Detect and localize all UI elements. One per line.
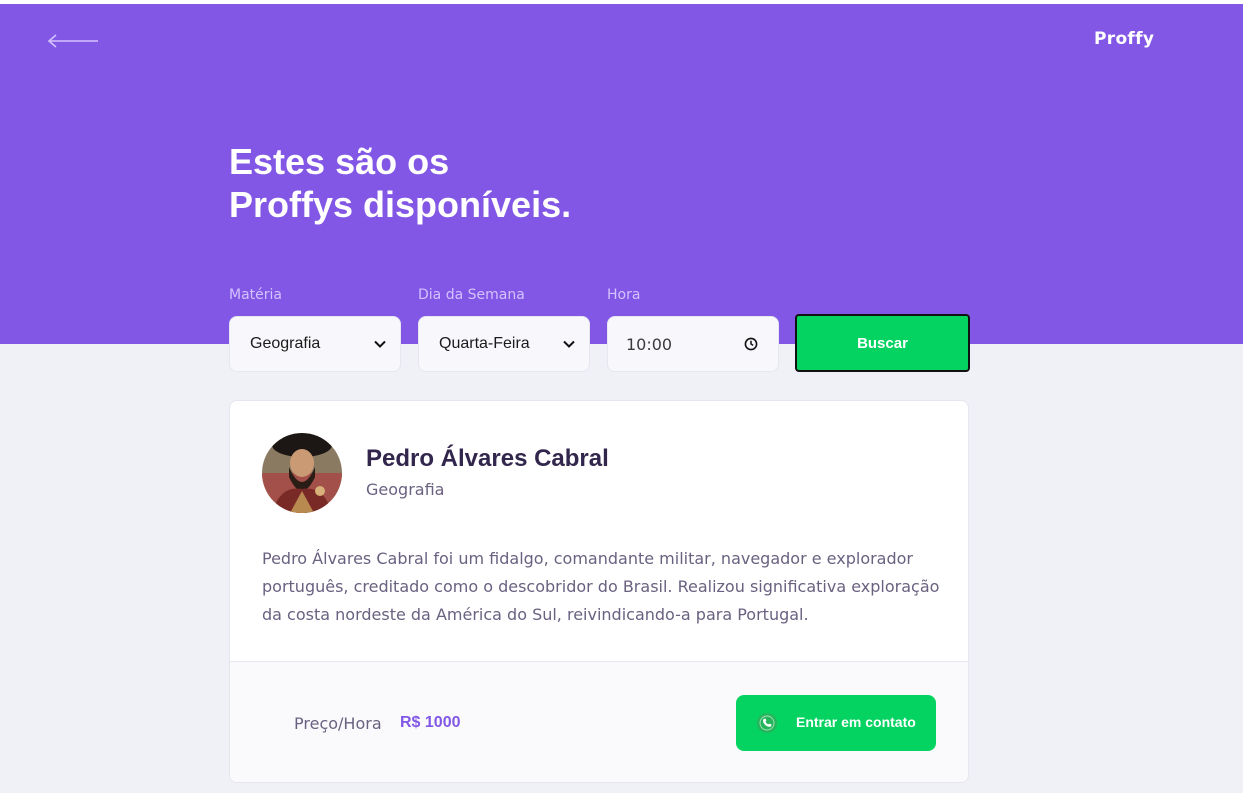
time-input[interactable]: 10:00 [607,316,779,372]
clock-icon[interactable] [744,337,758,351]
page-title: Estes são os Proffys disponíveis. [229,140,749,226]
price-label: Preço/Hora [294,714,382,733]
search-button[interactable]: Buscar [795,314,970,372]
teacher-bio: Pedro Álvares Cabral foi um fidalgo, com… [262,549,940,624]
arrow-left-icon [47,34,98,48]
contact-button[interactable]: Entrar em contato [736,695,936,751]
time-label: Hora [607,287,641,303]
weekday-select[interactable]: Quarta-Feira [418,316,590,372]
contact-button-label: Entrar em contato [796,714,916,730]
teacher-subject: Geografia [366,480,445,499]
chevron-down-icon [563,340,575,348]
whatsapp-icon [757,713,777,733]
avatar [262,433,342,513]
time-input-value: 10:00 [626,334,673,354]
subject-select[interactable]: Geografia [229,316,401,372]
subject-label: Matéria [229,287,282,303]
title-line-1: Estes são os [229,141,450,182]
back-button[interactable] [46,31,102,51]
teacher-name: Pedro Álvares Cabral [366,445,609,472]
chevron-down-icon [374,340,386,348]
title-line-2: Proffys disponíveis. [229,184,572,225]
logo: Proffy [1094,29,1155,49]
price-value: R$ 1000 [400,714,461,731]
weekday-label: Dia da Semana [418,287,525,303]
subject-select-value: Geografia [250,335,321,352]
teacher-card: Pedro Álvares Cabral Geografia Pedro Álv… [229,400,969,783]
weekday-select-value: Quarta-Feira [439,335,530,352]
card-footer: Preço/Hora R$ 1000 Entrar em contato [230,661,968,782]
